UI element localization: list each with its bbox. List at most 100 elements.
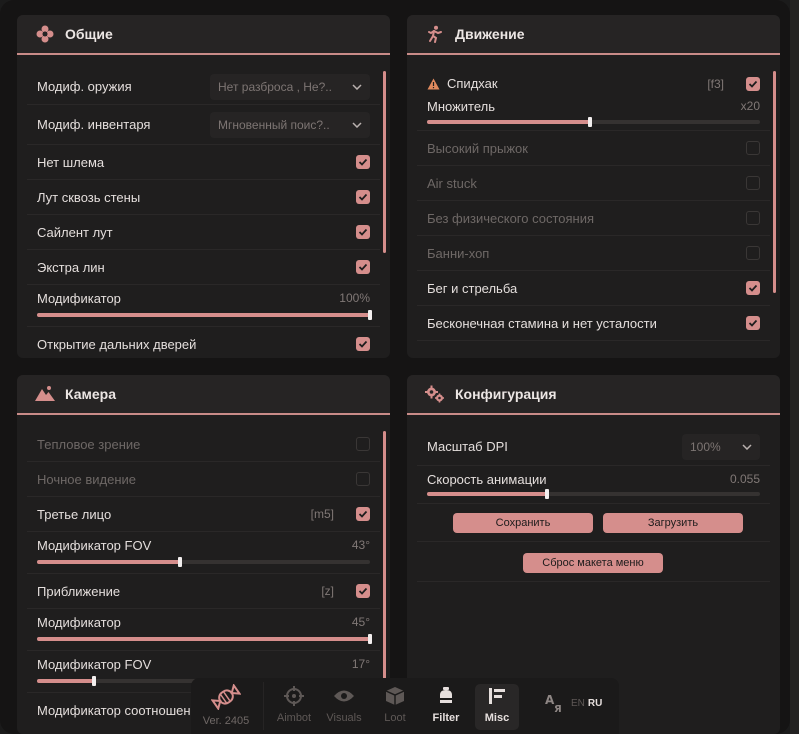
anim-speed-slider-row: Скорость анимации 0.055 <box>417 466 770 504</box>
speedhack-key[interactable]: [f3] <box>707 77 724 91</box>
speedhack-checkbox[interactable] <box>746 76 760 91</box>
air-stuck-checkbox[interactable] <box>746 176 760 190</box>
chevron-down-icon <box>352 121 362 128</box>
box-icon <box>385 684 405 708</box>
fov-slider[interactable] <box>37 557 370 567</box>
loot-through-walls-row: Лут сквозь стены <box>27 180 380 215</box>
no-helmet-checkbox[interactable] <box>356 155 370 169</box>
scrollbar[interactable] <box>773 71 776 293</box>
silent-loot-label: Сайлент лут <box>37 224 113 240</box>
dpi-dropdown[interactable]: 100% <box>682 433 760 460</box>
panel-title: Общие <box>65 26 113 42</box>
bunny-hop-row: Банни-хоп <box>417 236 770 271</box>
zoom-row: Приближение [z] <box>27 574 380 609</box>
lang-ru[interactable]: RU <box>588 698 602 709</box>
extra-lean-checkbox[interactable] <box>356 260 370 274</box>
tab-loot[interactable]: Loot <box>373 684 417 730</box>
modifier-slider[interactable] <box>37 310 372 320</box>
zoom-label: Приближение <box>37 583 121 599</box>
no-physical-state-checkbox[interactable] <box>746 211 760 225</box>
extra-lean-row: Экстра лин <box>27 250 380 285</box>
third-person-checkbox[interactable] <box>356 507 370 521</box>
night-vision-checkbox[interactable] <box>356 472 370 486</box>
dpi-row: Масштаб DPI 100% <box>417 428 770 466</box>
fov-slider-row: Модификатор FOV 43° <box>27 532 380 574</box>
inventory-mod-dropdown[interactable]: Мгновенный поис?.. <box>210 111 370 138</box>
panel-movement: Движение Спидхак [f3] Множитель x20 Высо… <box>407 15 780 358</box>
panel-movement-header: Движение <box>407 15 780 55</box>
scrollbar[interactable] <box>383 71 386 253</box>
loot-through-walls-label: Лут сквозь стены <box>37 189 141 205</box>
modifier-slider-row: Модификатор 100% <box>27 285 380 327</box>
zoom-checkbox[interactable] <box>356 584 370 598</box>
warning-icon <box>427 78 440 90</box>
tab-aimbot[interactable]: Aimbot <box>272 684 316 730</box>
running-man-icon <box>425 24 445 44</box>
no-physical-state-label: Без физического состояния <box>427 210 595 226</box>
dpi-label: Масштаб DPI <box>427 439 508 454</box>
reset-row: Сброс макета меню <box>417 542 770 582</box>
silent-loot-row: Сайлент лут <box>27 215 380 250</box>
zoom-modifier-slider[interactable] <box>37 634 372 644</box>
loot-through-walls-checkbox[interactable] <box>356 190 370 204</box>
tab-misc-label: Misc <box>484 712 510 724</box>
load-button[interactable]: Загрузить <box>603 513 743 533</box>
panel-general-header: Общие <box>17 15 390 55</box>
multiplier-slider[interactable] <box>427 117 760 127</box>
zoom-fov-value: 17° <box>351 657 370 671</box>
slider-knob[interactable] <box>368 310 372 320</box>
window-edge <box>790 0 799 734</box>
slider-knob[interactable] <box>368 634 372 644</box>
infinite-stamina-checkbox[interactable] <box>746 316 760 330</box>
zoom-modifier-slider-row: Модификатор 45° <box>27 609 380 651</box>
zoom-key[interactable]: [z] <box>321 584 334 598</box>
weapon-mod-dropdown[interactable]: Нет разброса , Не?.. <box>210 73 370 100</box>
fov-value: 43° <box>351 538 370 552</box>
reset-layout-button[interactable]: Сброс макета меню <box>523 553 663 573</box>
third-person-key[interactable]: [m5] <box>311 507 334 521</box>
silent-loot-checkbox[interactable] <box>356 225 370 239</box>
tab-visuals[interactable]: Visuals <box>322 684 366 730</box>
panel-title: Камера <box>65 386 116 402</box>
menu-window: Общие Модиф. оружия Нет разброса , Не?..… <box>0 0 790 734</box>
multiplier-label: Множитель <box>427 99 496 114</box>
high-jump-checkbox[interactable] <box>746 141 760 155</box>
anim-speed-label: Скорость анимации <box>427 472 547 487</box>
dpi-value: 100% <box>690 439 721 454</box>
anim-speed-value: 0.055 <box>729 472 760 486</box>
eye-icon <box>333 684 355 708</box>
bottom-dock: Ver. 2405 Aimbot Visuals Loot Filter Mis… <box>191 678 619 734</box>
save-button[interactable]: Сохранить <box>453 513 593 533</box>
gears-icon <box>425 384 445 404</box>
fov-label: Модификатор FOV <box>37 538 152 553</box>
night-vision-row: Ночное видение <box>27 462 380 497</box>
slider-knob[interactable] <box>178 557 183 567</box>
thermal-vision-label: Тепловое зрение <box>37 436 141 452</box>
thermal-vision-checkbox[interactable] <box>356 437 370 451</box>
run-and-shoot-row: Бег и стрельба <box>417 271 770 306</box>
chevron-down-icon <box>742 443 752 450</box>
inventory-mod-row: Модиф. инвентаря Мгновенный поис?.. <box>27 105 380 145</box>
panel-general: Общие Модиф. оружия Нет разброса , Не?..… <box>17 15 390 358</box>
multiplier-slider-row: Множитель x20 <box>417 99 770 131</box>
slider-knob[interactable] <box>91 676 96 686</box>
filter-icon <box>436 684 456 708</box>
tab-misc[interactable]: Misc <box>475 684 519 730</box>
slider-knob[interactable] <box>544 489 549 499</box>
bunny-hop-checkbox[interactable] <box>746 246 760 260</box>
inventory-mod-label: Модиф. инвентаря <box>37 117 151 132</box>
no-helmet-row: Нет шлема <box>27 145 380 180</box>
run-and-shoot-checkbox[interactable] <box>746 281 760 295</box>
svg-text:Я: Я <box>554 704 562 714</box>
anim-speed-slider[interactable] <box>427 489 760 499</box>
run-and-shoot-label: Бег и стрельба <box>427 280 518 296</box>
tab-filter-label: Filter <box>432 712 460 724</box>
speedhack-label: Спидхак <box>447 76 498 91</box>
far-doors-checkbox[interactable] <box>356 337 370 351</box>
translate-icon: AЯ <box>545 693 562 714</box>
misc-icon <box>487 684 507 708</box>
tab-filter[interactable]: Filter <box>424 684 468 730</box>
zoom-modifier-label: Модификатор <box>37 615 121 630</box>
lang-en[interactable]: EN <box>571 698 585 709</box>
slider-knob[interactable] <box>588 117 593 127</box>
